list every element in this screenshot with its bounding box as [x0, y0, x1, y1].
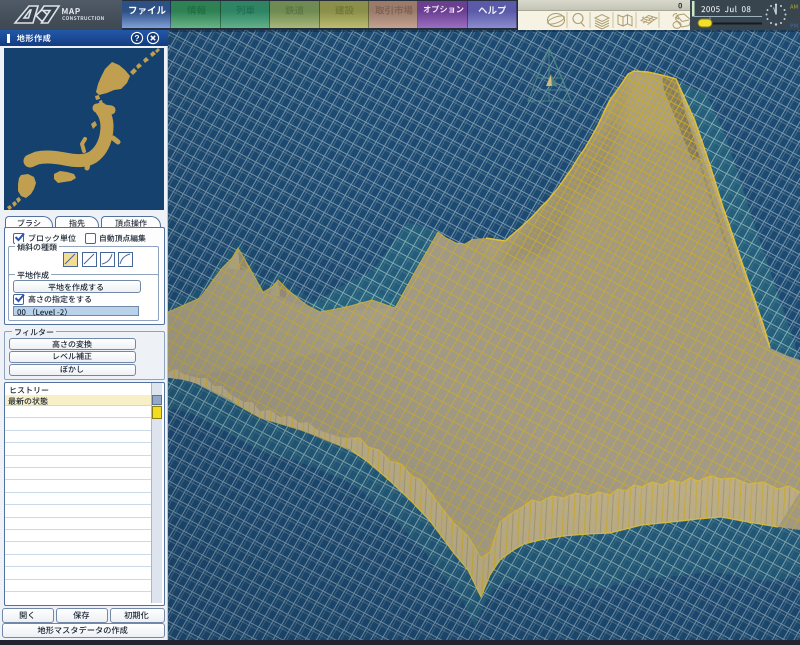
svg-text:?: ?: [134, 33, 139, 43]
